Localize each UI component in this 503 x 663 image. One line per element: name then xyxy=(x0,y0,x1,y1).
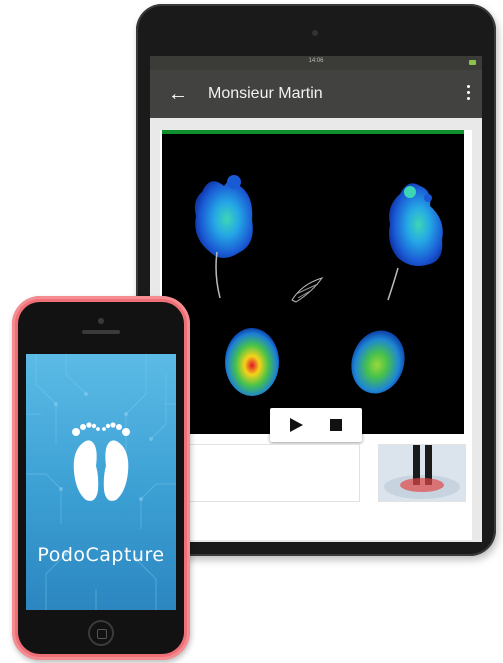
feet-icon xyxy=(72,422,130,501)
right-heel-heat xyxy=(351,330,405,394)
playback-controls xyxy=(270,408,362,442)
status-bar: 14:06 xyxy=(150,56,482,70)
arrow-left-icon[interactable]: ← xyxy=(166,82,190,106)
foot-scan-thumbnail[interactable] xyxy=(378,444,466,502)
tablet-camera xyxy=(312,30,318,36)
status-time: 14:06 xyxy=(308,58,324,64)
tablet-device: 14:06 ← Monsieur Martin xyxy=(136,4,496,556)
phone-speaker xyxy=(82,330,120,334)
home-button[interactable] xyxy=(88,620,114,646)
tablet-screen: 14:06 ← Monsieur Martin xyxy=(150,56,482,542)
foot-pressure-heatmap xyxy=(194,175,443,396)
app-bar: ← Monsieur Martin xyxy=(150,70,482,118)
splash-screen: PodoCapture xyxy=(26,354,176,610)
phone-face: PodoCapture xyxy=(18,302,184,654)
scanner-image xyxy=(379,445,465,501)
left-forefoot-heat xyxy=(194,180,253,258)
right-forefoot-heat xyxy=(389,183,443,266)
note-card[interactable]: te xyxy=(162,444,360,502)
left-heel-heat xyxy=(225,328,279,396)
phone-device: PodoCapture xyxy=(12,296,190,660)
page-title: Monsieur Martin xyxy=(208,85,323,102)
phone-camera xyxy=(98,318,104,324)
more-vertical-icon[interactable] xyxy=(460,82,476,106)
pressure-video-panel[interactable] xyxy=(162,130,464,434)
content-area: te xyxy=(160,130,472,540)
battery-icon xyxy=(469,60,476,65)
play-icon[interactable] xyxy=(290,418,303,432)
stop-icon[interactable] xyxy=(330,419,342,431)
brand-name: PodoCapture xyxy=(37,544,165,566)
